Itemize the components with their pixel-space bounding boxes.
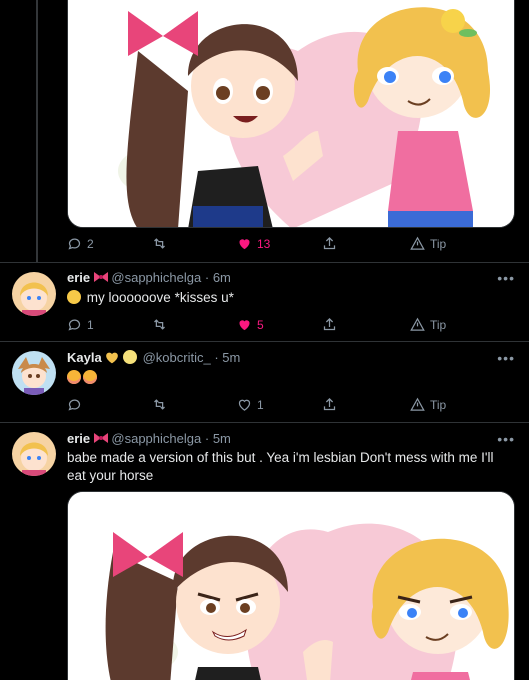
display-name[interactable]: erie — [67, 270, 90, 285]
avatar-image — [12, 272, 56, 316]
illustration-two-girls — [68, 0, 514, 227]
tweet-header: erie @sapphichelga · 5m — [67, 431, 231, 446]
share-icon — [323, 236, 336, 250]
separator-dot: · — [204, 431, 210, 446]
tip-icon — [410, 236, 425, 250]
avatar[interactable] — [12, 272, 56, 316]
retweet-icon — [154, 238, 165, 249]
tip-label: Tip — [430, 317, 447, 332]
tweet-action-bar: 1 Tip — [67, 397, 447, 417]
reply-button[interactable]: 1 — [67, 317, 94, 332]
retweet-button[interactable] — [152, 317, 167, 332]
timestamp[interactable]: 5m — [213, 431, 231, 446]
user-handle[interactable]: @sapphichelga — [111, 270, 201, 285]
display-name[interactable]: Kayla — [67, 350, 102, 365]
like-count: 13 — [257, 236, 271, 251]
reply-count: 2 — [87, 236, 94, 251]
divider — [0, 422, 529, 423]
tweet-text — [67, 369, 99, 387]
tip-icon — [410, 397, 425, 411]
user-handle[interactable]: @sapphichelga — [111, 431, 201, 446]
tweet-text: my loooooove *kisses u* — [67, 289, 234, 307]
divider — [0, 341, 529, 342]
tip-label: Tip — [430, 397, 447, 412]
reply-icon — [68, 319, 81, 331]
timestamp[interactable]: 6m — [213, 270, 231, 285]
avatar-image — [12, 432, 56, 476]
reply-icon — [68, 399, 81, 411]
illustration-two-girls-edited — [68, 492, 514, 680]
share-button[interactable] — [322, 317, 337, 332]
tweet-media-image[interactable] — [67, 0, 515, 228]
share-icon — [323, 317, 336, 331]
user-handle[interactable]: @kobcritic_ — [143, 350, 211, 365]
bow-emoji — [93, 433, 108, 443]
thread-connector — [36, 0, 38, 262]
bow-emoji — [93, 272, 108, 282]
separator-dot: · — [204, 270, 210, 285]
avatar[interactable] — [12, 432, 56, 476]
reply-icon — [68, 238, 81, 250]
share-icon — [323, 397, 336, 411]
blush-emoji — [83, 370, 97, 384]
separator-dot: · — [214, 350, 219, 365]
tweet-action-bar: 2 13 Tip — [67, 236, 447, 256]
sparkle-emoji — [122, 350, 137, 364]
retweet-icon — [154, 319, 165, 330]
tip-button[interactable]: Tip — [410, 317, 446, 332]
more-icon[interactable]: ••• — [497, 270, 515, 286]
like-count: 5 — [257, 317, 264, 332]
tweet-text-content: my loooooove *kisses u* — [86, 290, 234, 305]
retweet-button[interactable] — [152, 397, 167, 412]
more-icon[interactable]: ••• — [497, 431, 515, 447]
tweet-media-image[interactable] — [67, 491, 515, 680]
share-button[interactable] — [322, 397, 337, 412]
heart-icon — [238, 399, 251, 411]
retweet-icon — [154, 399, 165, 410]
like-count: 1 — [257, 397, 264, 412]
flushed-emoji — [67, 290, 81, 304]
tip-button[interactable]: Tip — [410, 397, 446, 412]
reply-count: 1 — [87, 317, 94, 332]
blush-emoji — [67, 370, 81, 384]
display-name[interactable]: erie — [67, 431, 90, 446]
tip-button[interactable]: Tip — [410, 236, 446, 251]
avatar[interactable] — [12, 351, 56, 395]
heart-emoji — [106, 352, 119, 364]
retweet-button[interactable] — [152, 236, 172, 251]
tip-icon — [410, 317, 425, 331]
like-button[interactable]: 1 — [237, 397, 264, 412]
avatar-image — [12, 351, 56, 395]
heart-icon — [239, 239, 250, 250]
tip-label: Tip — [430, 236, 447, 251]
like-button[interactable]: 13 — [237, 236, 270, 251]
divider — [0, 262, 529, 263]
timestamp[interactable]: 5m — [222, 350, 240, 365]
tweet-action-bar: 1 5 Tip — [67, 317, 447, 337]
reply-button[interactable] — [67, 397, 82, 412]
reply-button[interactable]: 2 — [67, 236, 94, 251]
tweet-text: babe made a version of this but . Yea i'… — [67, 450, 494, 483]
like-button[interactable]: 5 — [237, 317, 264, 332]
share-button[interactable] — [322, 236, 337, 251]
more-icon[interactable]: ••• — [497, 350, 515, 366]
tweet-header: erie @sapphichelga · 6m — [67, 270, 231, 285]
tweet-header: Kayla @kobcritic_ · 5m — [67, 350, 240, 365]
heart-icon — [239, 320, 250, 331]
